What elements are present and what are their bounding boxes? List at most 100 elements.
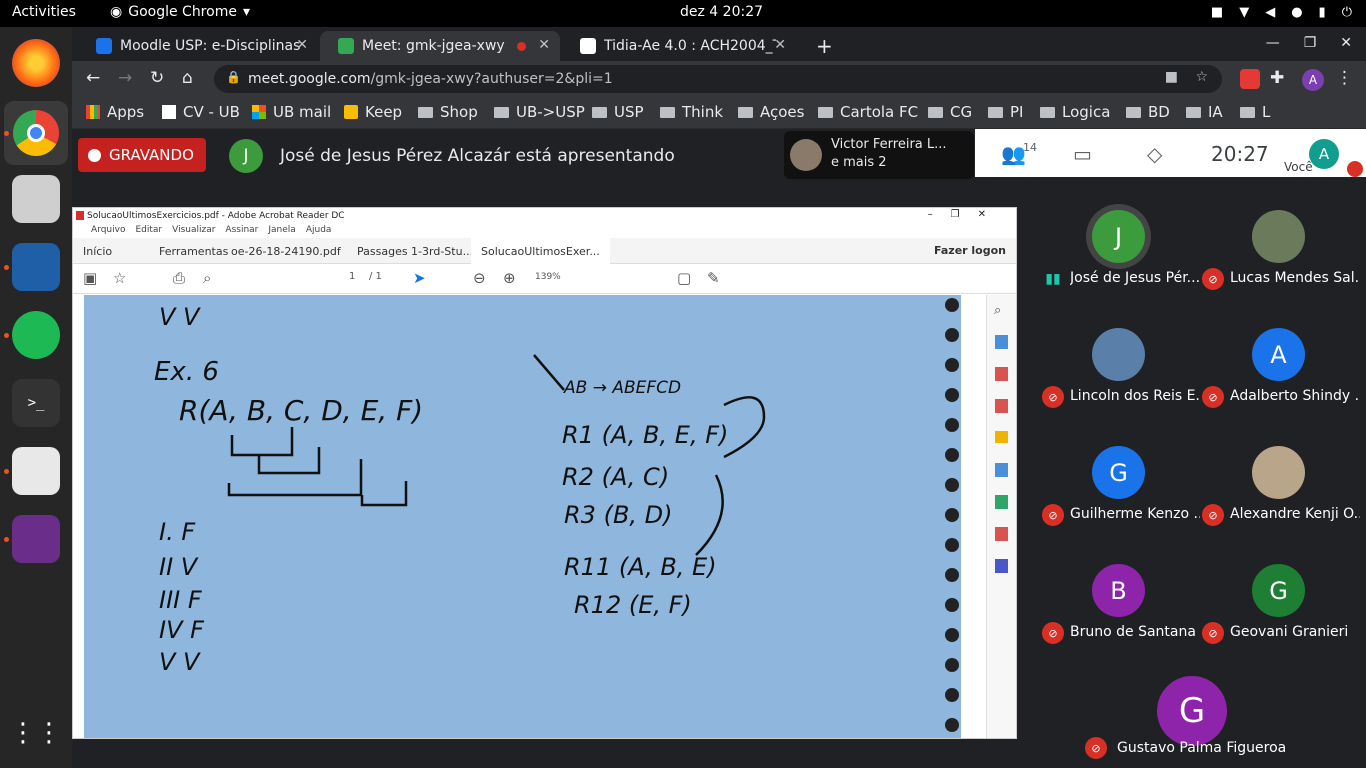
clock[interactable]: dez 4 20:27 (680, 4, 763, 20)
select-arrow-icon[interactable]: ➤ (413, 269, 426, 287)
bookmark-l[interactable]: L (1240, 103, 1270, 121)
participant-tile[interactable]: A ⊘ Adalberto Shindy ... (1190, 320, 1365, 438)
avatar (790, 139, 822, 171)
camera-icon[interactable]: ■ (1165, 69, 1178, 85)
show-apps-icon[interactable]: ⋮⋮ (10, 709, 62, 757)
reload-icon[interactable]: ↻ (150, 68, 164, 88)
folder-icon (1186, 106, 1201, 118)
close-window-icon[interactable]: ✕ (1340, 35, 1352, 51)
zoom-select[interactable]: 139% (535, 272, 561, 282)
combine-icon[interactable] (995, 463, 1008, 477)
bookmark-bd[interactable]: BD (1126, 103, 1170, 121)
bookmark-shop[interactable]: Shop (418, 103, 478, 121)
participant-tile[interactable]: ⊘ Lucas Mendes Sal... (1190, 202, 1365, 320)
answer-2: II V (159, 553, 199, 581)
chrome-dock-item[interactable] (4, 101, 68, 165)
zoom-out-icon[interactable]: ⊖ (473, 269, 486, 287)
pen-icon[interactable]: ✎ (707, 269, 720, 287)
back-icon[interactable]: ← (86, 68, 100, 88)
search-icon[interactable]: ⌕ (203, 269, 211, 287)
screen-recorder-icon[interactable] (12, 515, 60, 563)
writer-icon[interactable] (12, 243, 60, 291)
acrobat-tab-inicio[interactable]: Início (83, 245, 112, 258)
puzzle-icon[interactable]: ✚ (1270, 68, 1284, 88)
bookmark-apps[interactable]: Apps (86, 103, 144, 121)
bookmark-pi[interactable]: PI (988, 103, 1023, 121)
participant-tile[interactable]: ⊘ Alexandre Kenji O... (1190, 438, 1365, 556)
minimize-icon[interactable]: — (1266, 35, 1280, 51)
acrobat-doc-tab-active[interactable]: SolucaoUltimosExer... (471, 238, 610, 264)
close-icon[interactable]: ✕ (774, 37, 786, 53)
save-icon[interactable]: ▣ (83, 269, 97, 287)
home-icon[interactable]: ⌂ (182, 68, 193, 88)
organize-icon[interactable] (995, 495, 1008, 509)
new-tab-button[interactable]: + (806, 31, 840, 61)
bookmark-ub-mail[interactable]: UB mail (252, 103, 331, 121)
participant-tile[interactable]: J ▮▮ José de Jesus Pér... (1030, 202, 1205, 320)
acrobat-doc-tab[interactable]: Passages 1-3rd-Stu... (357, 245, 473, 258)
close-icon[interactable]: ✕ (538, 37, 550, 53)
participant-tile[interactable]: G ⊘ Gustavo Palma Figueroa (1075, 650, 1309, 768)
menu-ajuda[interactable]: Ajuda (306, 225, 332, 238)
maximize-icon[interactable]: ❐ (1304, 35, 1317, 51)
terminal-icon[interactable]: >_ (12, 379, 60, 427)
firefox-icon[interactable] (12, 39, 60, 87)
acrobat-menubar: Arquivo Editar Visualizar Assinar Janela… (73, 225, 1016, 238)
menu-arquivo[interactable]: Arquivo (91, 225, 125, 238)
activities-icon[interactable]: ◇ (1147, 142, 1162, 166)
menu-icon[interactable]: ⋮ (1336, 68, 1353, 88)
muted-mic-icon: ⊘ (1085, 737, 1107, 759)
other-participants-chip[interactable]: Victor Ferreira L... e mais 2 (784, 131, 974, 179)
bookmark-think[interactable]: Think (660, 103, 723, 121)
menu-visualizar[interactable]: Visualizar (172, 225, 215, 238)
extension-tp-icon[interactable] (1240, 69, 1260, 89)
bookmark-star-icon[interactable]: ☆ (1195, 69, 1208, 85)
forward-icon[interactable]: → (118, 68, 132, 88)
files-icon[interactable] (12, 175, 60, 223)
bookmark-ia[interactable]: IA (1186, 103, 1223, 121)
close-icon[interactable]: ✕ (296, 37, 308, 53)
menu-janela[interactable]: Janela (268, 225, 295, 238)
export-pdf-icon[interactable] (995, 335, 1008, 349)
protect-icon[interactable] (995, 559, 1008, 573)
bookmark-keep[interactable]: Keep (344, 103, 402, 121)
bookmark-label: Cartola FC (840, 103, 919, 121)
page-number-input[interactable]: 1 (349, 271, 355, 282)
bookmark-cartola[interactable]: Cartola FC (818, 103, 918, 121)
chat-icon[interactable]: ▭ (1073, 142, 1092, 166)
edit-pdf-icon[interactable] (995, 399, 1008, 413)
participant-tile[interactable]: G ⊘ Guilherme Kenzo ... (1030, 438, 1205, 556)
activities-button[interactable]: Activities (12, 4, 76, 20)
menu-assinar[interactable]: Assinar (225, 225, 258, 238)
login-button[interactable]: Fazer logon (934, 244, 1006, 257)
address-bar[interactable]: 🔒 meet.google.com/gmk-jgea-xwy?authuser=… (214, 65, 1222, 93)
tab-meet[interactable]: Meet: gmk-jgea-xwy ✕ (320, 31, 560, 61)
profile-avatar[interactable]: A (1302, 69, 1324, 91)
comment-tool-icon[interactable] (995, 431, 1008, 443)
menu-editar[interactable]: Editar (135, 225, 162, 238)
create-pdf-icon[interactable] (995, 367, 1008, 381)
bookmark-logica[interactable]: Logica (1040, 103, 1110, 121)
app-menu[interactable]: ◉ Google Chrome ▾ (110, 4, 250, 20)
bookmark-ub-usp[interactable]: UB->USP (494, 103, 585, 121)
tab-moodle[interactable]: Moodle USP: e-Disciplinas ✕ (78, 31, 318, 61)
recording-badge[interactable]: GRAVANDO (78, 138, 206, 172)
bookmark-cv-ub[interactable]: CV - UB (162, 103, 240, 121)
print-icon[interactable]: ⎙ (173, 269, 185, 287)
acrobat-doc-tab[interactable]: oe-26-18-24190.pdf (231, 245, 341, 258)
fill-sign-icon[interactable] (995, 527, 1008, 541)
self-avatar[interactable]: A (1309, 139, 1339, 169)
zoom-in-icon[interactable]: ⊕ (503, 269, 516, 287)
comment-icon[interactable]: ▢ (677, 269, 691, 287)
tab-tidia[interactable]: Tidia-Ae 4.0 : ACH2004_Tu ✕ (562, 31, 796, 61)
bookmark-usp[interactable]: USP (592, 103, 644, 121)
system-tray[interactable]: ■ ▼ ◀ ● ▮ ⏻ (1211, 5, 1352, 20)
reader-icon[interactable] (12, 447, 60, 495)
spotify-icon[interactable] (12, 311, 60, 359)
participant-tile[interactable]: ⊘ Lincoln dos Reis E... (1030, 320, 1205, 438)
bookmark-cg[interactable]: CG (928, 103, 972, 121)
bookmark-acoes[interactable]: Açoes (738, 103, 804, 121)
star-icon[interactable]: ☆ (113, 269, 126, 287)
zoom-icon[interactable]: ⌕ (994, 303, 1001, 318)
acrobat-tab-ferramentas[interactable]: Ferramentas (159, 245, 228, 258)
